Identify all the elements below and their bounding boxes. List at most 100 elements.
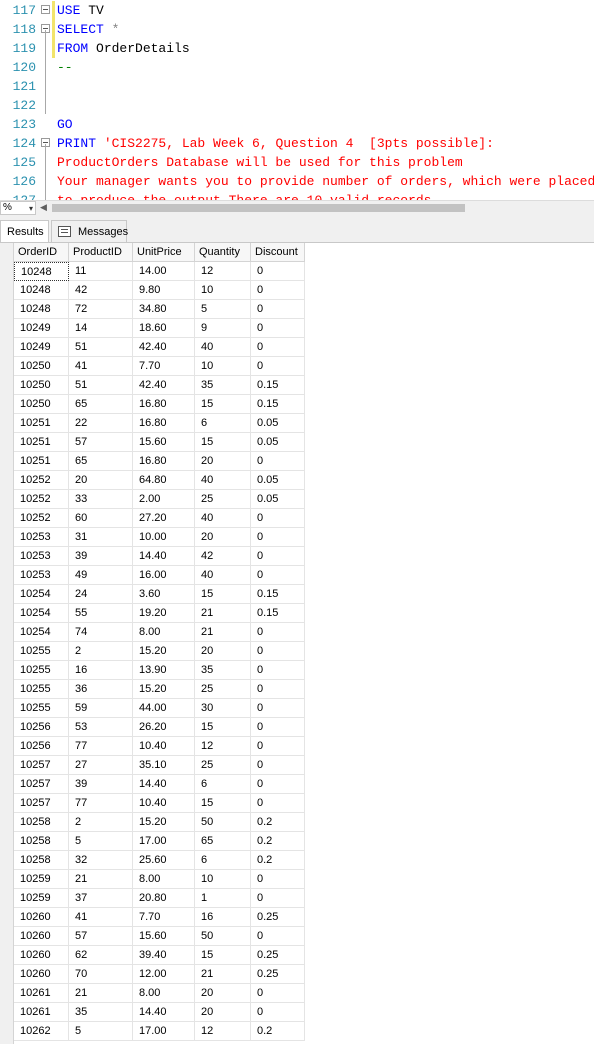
cell-order-id[interactable]: 10255 (14, 680, 69, 699)
cell-discount[interactable]: 0 (251, 699, 305, 718)
cell-quantity[interactable]: 6 (195, 851, 251, 870)
cell-discount[interactable]: 0.05 (251, 414, 305, 433)
cell-unit-price[interactable]: 16.00 (133, 566, 195, 585)
cell-unit-price[interactable]: 14.40 (133, 775, 195, 794)
cell-discount[interactable]: 0.15 (251, 395, 305, 414)
cell-product-id[interactable]: 72 (69, 300, 133, 319)
cell-quantity[interactable]: 65 (195, 832, 251, 851)
column-header-unit-price[interactable]: UnitPrice (133, 243, 195, 262)
cell-unit-price[interactable]: 39.40 (133, 946, 195, 965)
cell-quantity[interactable]: 12 (195, 262, 251, 281)
cell-discount[interactable]: 0 (251, 680, 305, 699)
cell-product-id[interactable]: 57 (69, 433, 133, 452)
cell-discount[interactable]: 0 (251, 889, 305, 908)
cell-unit-price[interactable]: 16.80 (133, 414, 195, 433)
cell-order-id[interactable]: 10250 (14, 395, 69, 414)
cell-unit-price[interactable]: 25.60 (133, 851, 195, 870)
cell-unit-price[interactable]: 16.80 (133, 395, 195, 414)
cell-order-id[interactable]: 10259 (14, 870, 69, 889)
cell-order-id[interactable]: 10253 (14, 528, 69, 547)
cell-quantity[interactable]: 25 (195, 756, 251, 775)
cell-order-id[interactable]: 10252 (14, 471, 69, 490)
tab-results[interactable]: Results (0, 220, 49, 242)
cell-product-id[interactable]: 21 (69, 870, 133, 889)
cell-unit-price[interactable]: 16.80 (133, 452, 195, 471)
cell-discount[interactable]: 0 (251, 319, 305, 338)
cell-quantity[interactable]: 40 (195, 338, 251, 357)
cell-product-id[interactable]: 60 (69, 509, 133, 528)
cell-order-id[interactable]: 10249 (14, 319, 69, 338)
cell-quantity[interactable]: 16 (195, 908, 251, 927)
cell-unit-price[interactable]: 12.00 (133, 965, 195, 984)
cell-order-id[interactable]: 10257 (14, 756, 69, 775)
cell-product-id[interactable]: 62 (69, 946, 133, 965)
column-header-product-id[interactable]: ProductID (69, 243, 133, 262)
cell-discount[interactable]: 0 (251, 262, 305, 281)
cell-order-id[interactable]: 10257 (14, 794, 69, 813)
cell-order-id[interactable]: 10260 (14, 965, 69, 984)
cell-discount[interactable]: 0.25 (251, 965, 305, 984)
column-header-order-id[interactable]: OrderID (14, 243, 69, 262)
cell-discount[interactable]: 0 (251, 623, 305, 642)
cell-product-id[interactable]: 22 (69, 414, 133, 433)
cell-unit-price[interactable]: 42.40 (133, 338, 195, 357)
cell-discount[interactable]: 0.25 (251, 908, 305, 927)
cell-unit-price[interactable]: 10.40 (133, 737, 195, 756)
cell-quantity[interactable]: 40 (195, 509, 251, 528)
cell-order-id[interactable]: 10261 (14, 1003, 69, 1022)
cell-order-id[interactable]: 10255 (14, 699, 69, 718)
cell-discount[interactable]: 0 (251, 870, 305, 889)
cell-order-id[interactable]: 10258 (14, 813, 69, 832)
cell-quantity[interactable]: 40 (195, 471, 251, 490)
cell-discount[interactable]: 0 (251, 547, 305, 566)
cell-discount[interactable]: 0 (251, 737, 305, 756)
cell-quantity[interactable]: 10 (195, 357, 251, 376)
cell-quantity[interactable]: 20 (195, 984, 251, 1003)
cell-product-id[interactable]: 21 (69, 984, 133, 1003)
cell-unit-price[interactable]: 8.00 (133, 623, 195, 642)
cell-product-id[interactable]: 11 (69, 262, 133, 281)
cell-unit-price[interactable]: 17.00 (133, 1022, 195, 1041)
cell-discount[interactable]: 0.05 (251, 471, 305, 490)
cell-discount[interactable]: 0.05 (251, 490, 305, 509)
cell-order-id[interactable]: 10252 (14, 509, 69, 528)
cell-discount[interactable]: 0.2 (251, 1022, 305, 1041)
sql-editor[interactable]: 117 USE TV 118 SELECT * 119 FROM OrderDetails… (0, 0, 594, 200)
cell-quantity[interactable]: 21 (195, 623, 251, 642)
cell-product-id[interactable]: 36 (69, 680, 133, 699)
cell-unit-price[interactable]: 42.40 (133, 376, 195, 395)
cell-quantity[interactable]: 20 (195, 452, 251, 471)
code-line[interactable]: 125 ProductOrders Database will be used f… (0, 153, 594, 172)
cell-order-id[interactable]: 10256 (14, 718, 69, 737)
cell-product-id[interactable]: 51 (69, 338, 133, 357)
cell-quantity[interactable]: 15 (195, 946, 251, 965)
cell-discount[interactable]: 0 (251, 281, 305, 300)
cell-product-id[interactable]: 77 (69, 737, 133, 756)
cell-order-id[interactable]: 10261 (14, 984, 69, 1003)
cell-order-id[interactable]: 10259 (14, 889, 69, 908)
cell-unit-price[interactable]: 17.00 (133, 832, 195, 851)
cell-quantity[interactable]: 1 (195, 889, 251, 908)
cell-unit-price[interactable]: 3.60 (133, 585, 195, 604)
cell-unit-price[interactable]: 19.20 (133, 604, 195, 623)
cell-order-id[interactable]: 10260 (14, 908, 69, 927)
cell-discount[interactable]: 0.2 (251, 851, 305, 870)
cell-discount[interactable]: 0 (251, 775, 305, 794)
cell-quantity[interactable]: 50 (195, 813, 251, 832)
code-line[interactable]: 124 PRINT 'CIS2275, Lab Week 6, Question … (0, 134, 594, 153)
cell-quantity[interactable]: 6 (195, 414, 251, 433)
cell-unit-price[interactable]: 34.80 (133, 300, 195, 319)
cell-unit-price[interactable]: 64.80 (133, 471, 195, 490)
cell-discount[interactable]: 0 (251, 338, 305, 357)
code-line[interactable]: 126 Your manager wants you to provide num… (0, 172, 594, 191)
cell-product-id[interactable]: 20 (69, 471, 133, 490)
cell-product-id[interactable]: 57 (69, 927, 133, 946)
code-line[interactable]: 117 USE TV (0, 1, 594, 20)
collapse-toggle-icon[interactable] (41, 5, 50, 14)
cell-product-id[interactable]: 5 (69, 832, 133, 851)
cell-unit-price[interactable]: 27.20 (133, 509, 195, 528)
cell-order-id[interactable]: 10251 (14, 452, 69, 471)
cell-order-id[interactable]: 10248 (14, 281, 69, 300)
cell-product-id[interactable]: 42 (69, 281, 133, 300)
cell-discount[interactable]: 0 (251, 357, 305, 376)
